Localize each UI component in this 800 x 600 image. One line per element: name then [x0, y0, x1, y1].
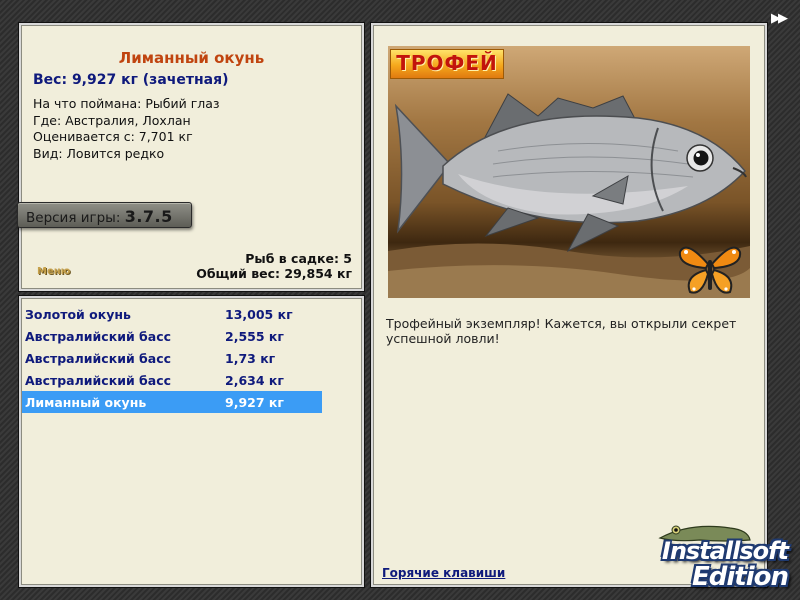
trophy-badge: ТРОФЕЙ: [390, 49, 504, 79]
game-version-badge: Версия игры: 3.7.5: [17, 202, 192, 228]
catch-item-name: Австралийский басс: [25, 328, 172, 344]
fish-illustration: [388, 93, 750, 298]
detail-bait: На что поймана: Рыбий глаз: [33, 96, 220, 111]
fast-forward-button[interactable]: ▶▶: [771, 11, 788, 26]
catch-item-name: Золотой окунь: [25, 306, 131, 322]
version-label: Версия игры:: [26, 210, 121, 226]
fish-detail-panel: ТРОФЕЙ Трофейный экземпляр! Кажется, вы …: [371, 23, 767, 587]
catch-item-name: Австралийский басс: [25, 372, 172, 388]
logo-line-2: Edition: [692, 562, 789, 592]
catch-list-item[interactable]: Золотой окунь 13,005 кг: [22, 303, 322, 325]
detail-rarity: Вид: Ловится редко: [33, 145, 165, 161]
catch-item-weight: 2,555 кг: [225, 328, 284, 344]
catch-list-item[interactable]: Австралийский басс 2,555 кг: [22, 325, 322, 347]
catch-list-item[interactable]: Лиманный окунь 9,927 кг: [22, 391, 322, 413]
logo-line-1: Installsoft: [661, 537, 789, 565]
catch-item-weight: 1,73 кг: [225, 350, 276, 366]
fish-details: На что поймана: Рыбий глаз Где: Австрали…: [33, 96, 220, 162]
fish-info-panel: Лиманный окунь Вес: 9,927 кг (зачетная) …: [17, 23, 364, 291]
catch-item-weight: 9,927 кг: [225, 394, 284, 410]
catch-item-weight: 13,005 кг: [225, 306, 293, 322]
catch-list-panel: Золотой окунь 13,005 кг Австралийский ба…: [19, 296, 364, 587]
catch-summary: Рыб в садке: 5 Общий вес: 29,854 кг: [196, 251, 352, 281]
version-number: 3.7.5: [124, 207, 173, 226]
catch-list-item[interactable]: Австралийский басс 1,73 кг: [22, 347, 322, 369]
trophy-description: Трофейный экземпляр! Кажется, вы открыли…: [386, 316, 737, 346]
fish-weight: Вес: 9,927 кг (зачетная): [33, 72, 229, 88]
total-weight: Общий вес: 29,854 кг: [196, 266, 352, 281]
fish-count: Рыб в садке: 5: [245, 251, 352, 266]
catch-item-weight: 2,634 кг: [225, 372, 284, 388]
catch-list-item[interactable]: Австралийский басс 2,634 кг: [22, 369, 322, 391]
fish-name-title: Лиманный окунь: [118, 49, 265, 67]
detail-location: Где: Австралия, Лохлан: [33, 112, 191, 128]
menu-button[interactable]: Меню: [37, 266, 70, 277]
catch-item-name: Австралийский басс: [25, 350, 172, 366]
catch-item-name: Лиманный окунь: [25, 394, 147, 410]
detail-min-weight: Оценивается с: 7,701 кг: [33, 129, 193, 144]
hotkeys-link[interactable]: Горячие клавиши: [382, 566, 505, 580]
catch-list: Золотой окунь 13,005 кг Австралийский ба…: [22, 303, 322, 413]
installsoft-edition-logo: Installsoft Edition: [630, 520, 796, 598]
fish-photo: ТРОФЕЙ: [388, 46, 750, 298]
